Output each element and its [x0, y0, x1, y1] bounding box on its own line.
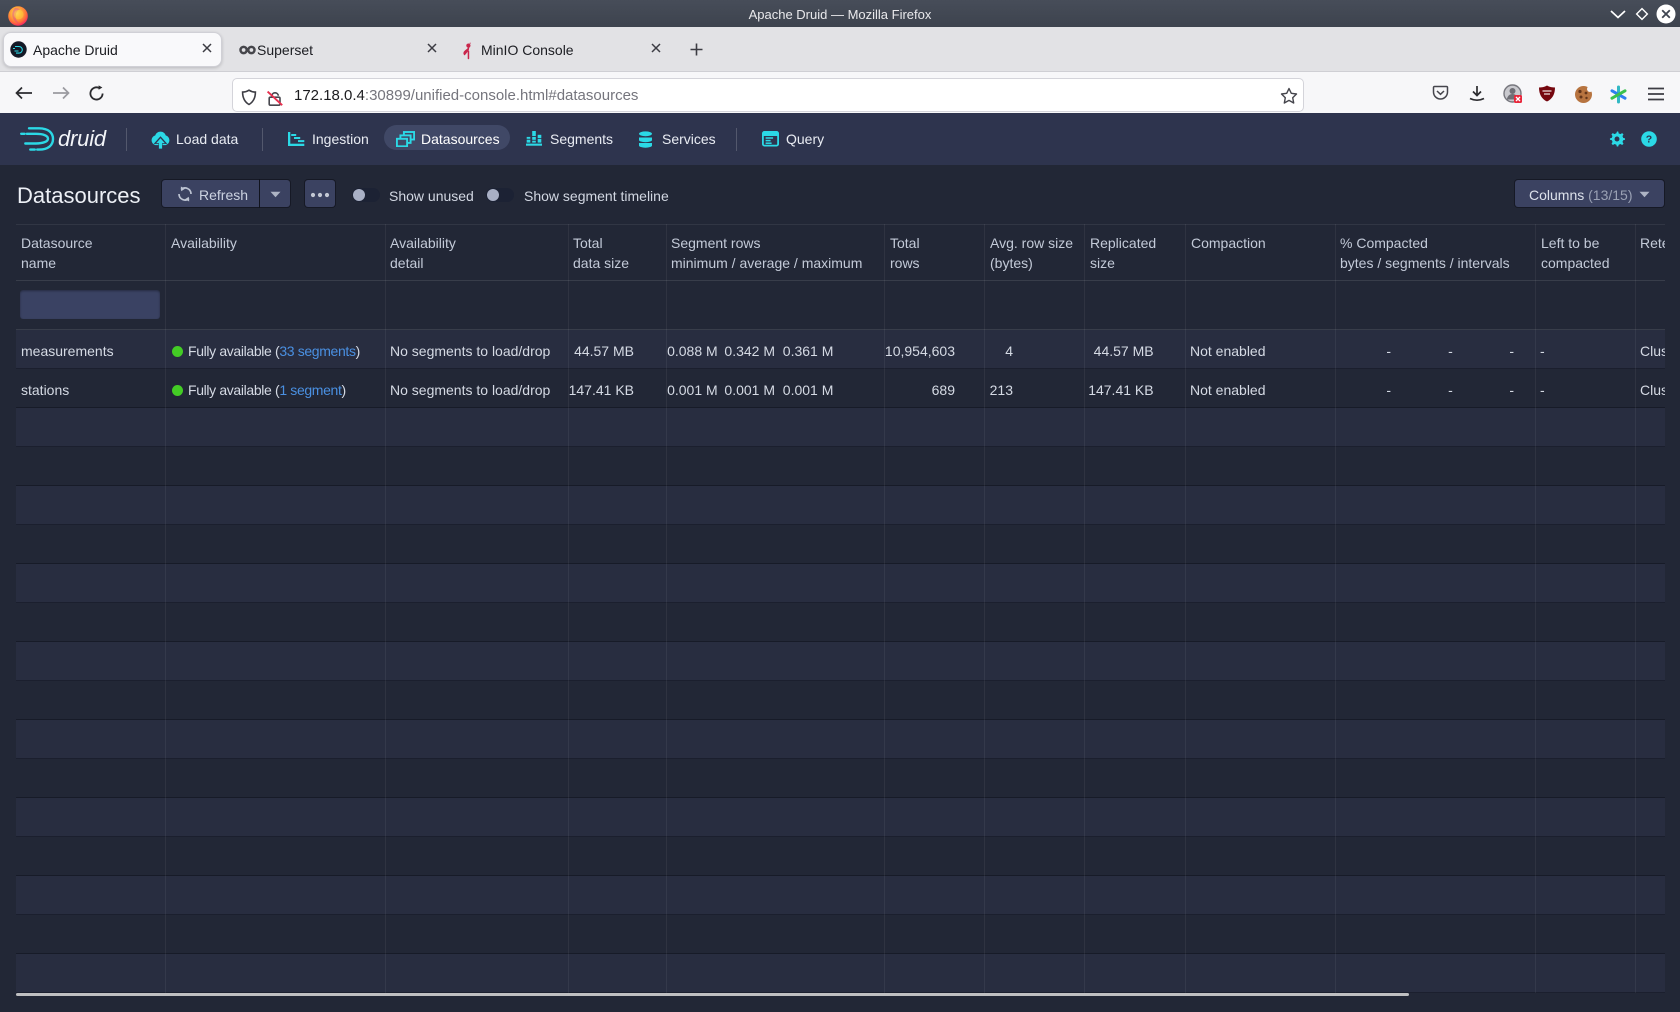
svg-text:?: ? [1646, 134, 1652, 146]
